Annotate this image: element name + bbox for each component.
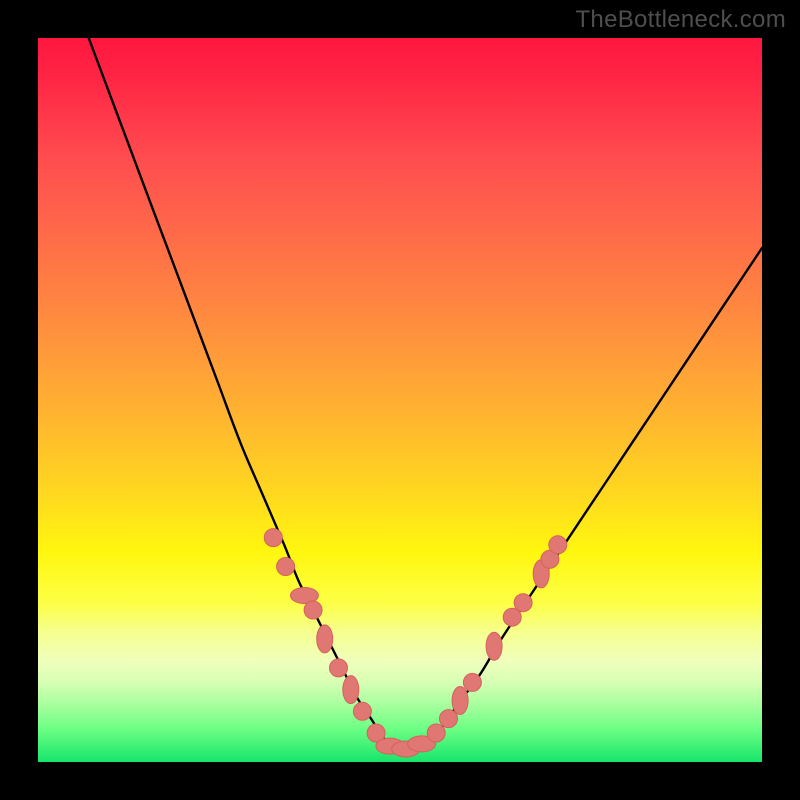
curve-marker xyxy=(514,594,532,612)
curve-marker xyxy=(486,632,502,660)
curve-markers xyxy=(264,529,567,757)
curve-marker xyxy=(277,558,295,576)
watermark-text: TheBottleneck.com xyxy=(575,6,786,34)
curve-marker xyxy=(353,702,371,720)
chart-frame: TheBottleneck.com xyxy=(0,0,800,800)
curve-marker xyxy=(317,625,333,653)
curve-marker xyxy=(330,659,348,677)
curve-marker xyxy=(452,687,468,715)
curve-marker xyxy=(264,529,282,547)
chart-overlay xyxy=(38,38,762,762)
curve-marker xyxy=(463,673,481,691)
curve-marker xyxy=(549,536,567,554)
curve-marker xyxy=(440,710,458,728)
curve-marker xyxy=(304,601,322,619)
bottleneck-curve xyxy=(89,38,762,748)
plot-area xyxy=(38,38,762,762)
curve-marker xyxy=(427,724,445,742)
curve-marker xyxy=(343,676,359,704)
